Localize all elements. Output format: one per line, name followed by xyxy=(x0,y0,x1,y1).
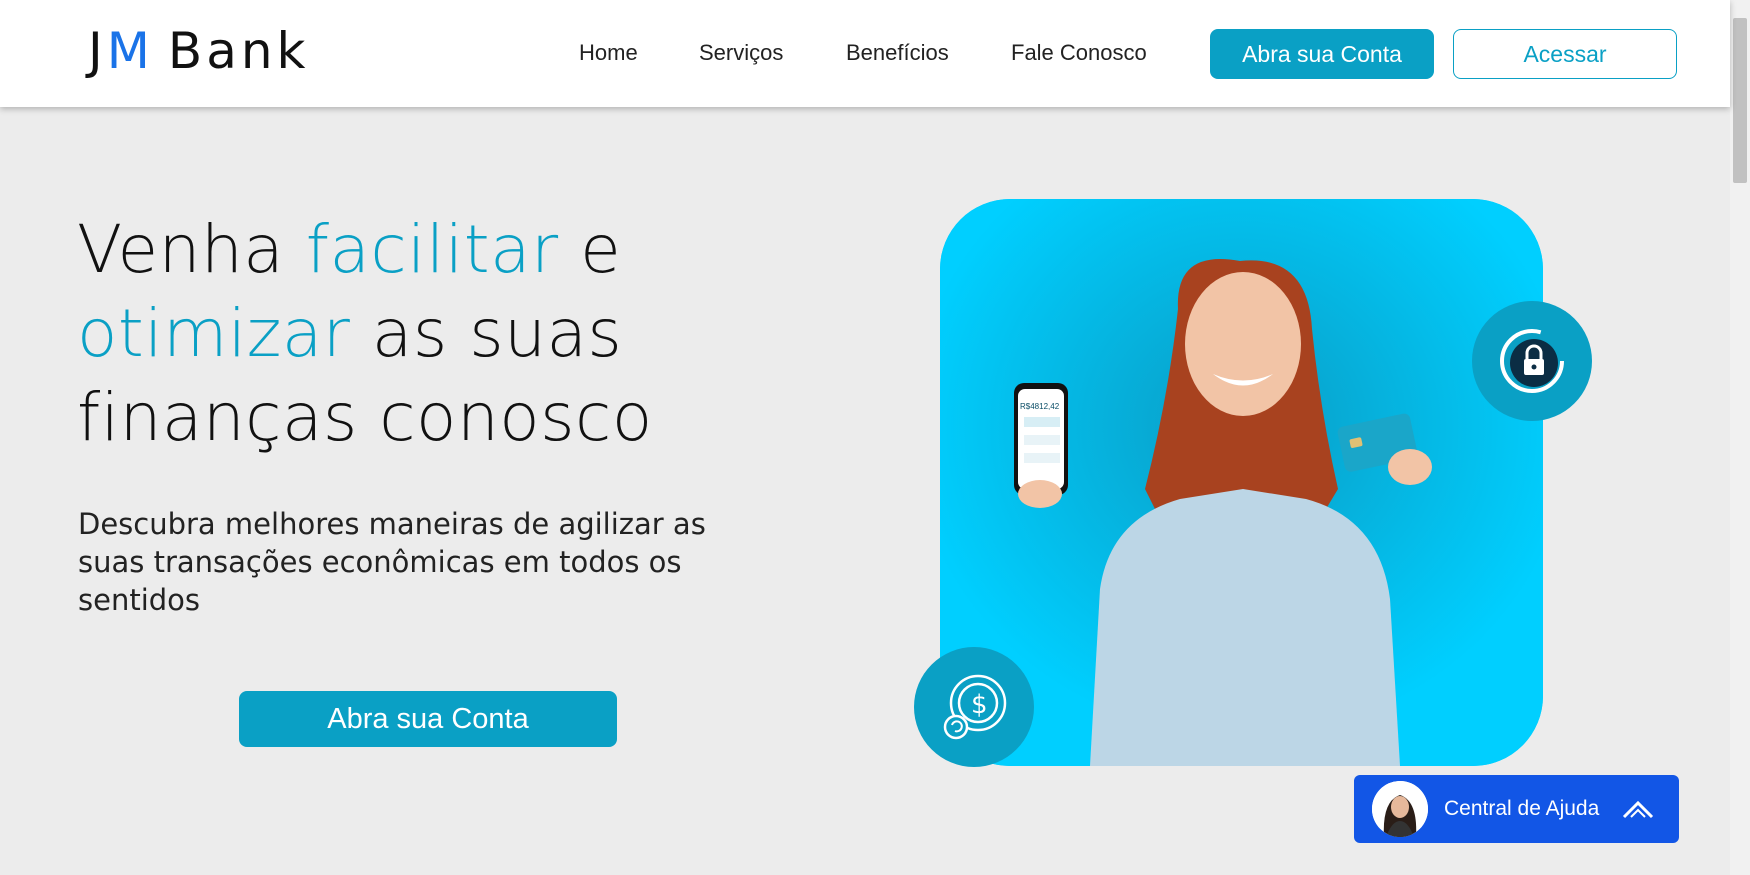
nav-fale-conosco[interactable]: Fale Conosco xyxy=(1011,40,1147,66)
dollar-coins-icon: $ xyxy=(943,674,1007,740)
headline-accent: facilitar xyxy=(305,211,559,288)
headline-line-3: finanças conosco xyxy=(77,379,653,456)
chevron-up-icon[interactable] xyxy=(1621,797,1655,821)
nav-beneficios[interactable]: Benefícios xyxy=(846,40,949,66)
avatar xyxy=(1372,781,1428,837)
headline-text: e xyxy=(558,211,622,288)
nav-servicos[interactable]: Serviços xyxy=(699,40,783,66)
logo-m: M xyxy=(106,22,154,80)
scrollbar-thumb[interactable] xyxy=(1733,18,1747,183)
page-scrollbar[interactable] xyxy=(1730,0,1750,875)
security-badge xyxy=(1472,301,1592,421)
help-center-label: Central de Ajuda xyxy=(1444,797,1600,820)
headline-line-2: otimizar as suas xyxy=(77,292,653,376)
login-button[interactable]: Acessar xyxy=(1453,29,1677,79)
svg-text:$: $ xyxy=(971,690,988,720)
money-badge: $ xyxy=(914,647,1034,767)
hero-subtitle: Descubra melhores maneiras de agilizar a… xyxy=(78,507,706,617)
hero-open-account-button[interactable]: Abra sua Conta xyxy=(239,691,617,747)
agent-avatar-icon xyxy=(1372,781,1428,837)
lock-refresh-icon xyxy=(1500,329,1564,393)
hero-headline: Venha facilitar e otimizar as suas finan… xyxy=(77,208,653,460)
phone-balance: R$4812,42 xyxy=(1020,402,1060,411)
headline-line-1: Venha facilitar e xyxy=(77,208,653,292)
headline-text: Venha xyxy=(77,211,306,288)
hero-photo: R$4812,42 xyxy=(940,199,1543,766)
logo-j: J xyxy=(88,22,107,80)
logo-bank: Bank xyxy=(167,22,310,80)
help-center-widget[interactable]: Central de Ajuda xyxy=(1354,775,1679,843)
headline-accent: otimizar xyxy=(77,295,351,372)
headline-text: as suas xyxy=(350,295,623,372)
woman-with-phone-illustration: R$4812,42 xyxy=(940,199,1543,766)
nav-home[interactable]: Home xyxy=(579,40,638,66)
brand-logo[interactable]: JM Bank xyxy=(88,22,309,80)
open-account-button[interactable]: Abra sua Conta xyxy=(1210,29,1434,79)
top-navbar: JM Bank Home Serviços Benefícios Fale Con… xyxy=(0,0,1730,107)
